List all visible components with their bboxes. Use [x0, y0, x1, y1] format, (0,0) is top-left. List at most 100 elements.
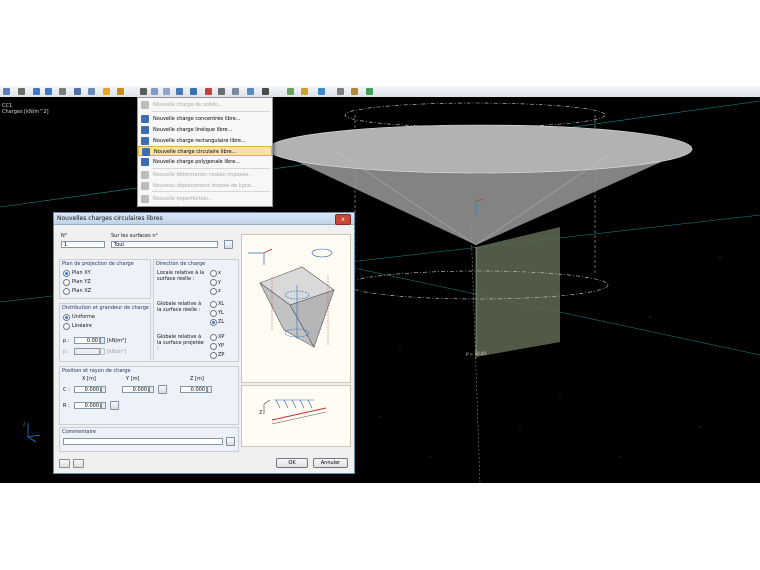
p2-spinner: [100, 348, 105, 355]
display-icon[interactable]: [218, 88, 225, 95]
filter-icon[interactable]: [232, 88, 239, 95]
solid-icon[interactable]: [163, 88, 170, 95]
menu-item-label: Nouvelle charge rectangulaire libre...: [153, 138, 246, 144]
uniform-radio[interactable]: [63, 314, 70, 321]
load-type-icon: [141, 126, 149, 134]
pencil-icon[interactable]: [351, 88, 358, 95]
undo-icon[interactable]: [33, 88, 40, 95]
menu-item[interactable]: Nouvelle charge circulaire libre...: [138, 146, 272, 156]
pick-center-button[interactable]: [158, 385, 167, 394]
line-icon[interactable]: [190, 88, 197, 95]
local-y-radio[interactable]: [210, 279, 217, 286]
cone-load-preview-icon: [248, 248, 335, 348]
plan-yz-radio[interactable]: [63, 279, 70, 286]
c-z-input[interactable]: 0.000: [180, 386, 207, 393]
comment-input[interactable]: [63, 438, 223, 445]
load-unit-label: Charges [kN/m^2]: [2, 109, 49, 115]
select-icon[interactable]: [59, 88, 66, 95]
cancel-button[interactable]: Annuler: [313, 458, 348, 468]
uniform-label: Uniforme: [72, 314, 95, 320]
p-unit: [kN/m²]: [107, 338, 127, 344]
menu-item-label: Nouvelle charge linéique libre...: [153, 127, 233, 133]
view-icon[interactable]: [74, 88, 81, 95]
projected-yp-label: YP: [218, 343, 225, 349]
direction-group: Direction de charge Locale relative à la…: [153, 259, 239, 362]
z-axis-label: Z: [23, 422, 26, 427]
save-icon[interactable]: [18, 88, 25, 95]
r-input[interactable]: 0.000: [74, 402, 101, 409]
section-icon[interactable]: [247, 88, 254, 95]
plan-xz-label: Plan XZ: [72, 288, 92, 294]
c-y-spinner[interactable]: [149, 386, 154, 393]
menu-item-label: Nouvelle charge polygonale libre...: [153, 159, 241, 165]
surfaces-input[interactable]: Tout: [111, 241, 218, 248]
member-icon[interactable]: [140, 88, 147, 95]
global-zl-label: ZL: [218, 319, 225, 325]
render-icon[interactable]: [287, 88, 294, 95]
c-x-input[interactable]: 0.000: [74, 386, 101, 393]
menu-item[interactable]: Nouvelle charge polygonale libre...: [138, 157, 272, 167]
save-settings-button[interactable]: [73, 459, 84, 468]
local-x-radio[interactable]: [210, 270, 217, 277]
axis-icon[interactable]: [318, 88, 325, 95]
c-label: C :: [63, 387, 70, 393]
color-icon[interactable]: [301, 88, 308, 95]
projected-zp-radio[interactable]: [210, 352, 217, 359]
svg-text:Z: Z: [259, 410, 263, 416]
linear-radio[interactable]: [63, 323, 70, 330]
local-x-label: x: [218, 270, 221, 276]
position-group: Position et rayon de charge X [m] Y [m] …: [59, 366, 239, 425]
load-dropdown-icon[interactable]: [117, 88, 124, 95]
p2-unit: [kN/m²]: [107, 349, 127, 355]
ok-button[interactable]: OK: [276, 458, 308, 468]
menu-item[interactable]: Nouvelle charge rectangulaire libre...: [138, 136, 272, 146]
c-x-spinner[interactable]: [101, 386, 106, 393]
projected-yp-radio[interactable]: [210, 343, 217, 350]
projected-label: Globale relative à la surface projetée :: [157, 334, 204, 352]
surface-icon[interactable]: [151, 88, 158, 95]
p-input[interactable]: 0.00: [74, 337, 100, 344]
dialog-title: Nouvelles charges circulaires libres: [57, 215, 163, 222]
global-yl-radio[interactable]: [210, 310, 217, 317]
pick-radius-button[interactable]: [110, 401, 119, 410]
surfaces-label: Sur les surfaces n°: [111, 233, 158, 239]
global-zl-radio[interactable]: [210, 319, 217, 326]
new-load-icon[interactable]: [3, 88, 10, 95]
global-yl-label: YL: [218, 310, 224, 316]
p-spinner[interactable]: [100, 337, 105, 344]
node-icon[interactable]: [176, 88, 183, 95]
global-label: Globale relative à la surface réelle :: [157, 301, 202, 313]
projected-xp-radio[interactable]: [210, 334, 217, 341]
zoom-icon[interactable]: [88, 88, 95, 95]
comment-title: Commentaire: [62, 429, 96, 435]
global-xl-radio[interactable]: [210, 301, 217, 308]
plan-xy-radio[interactable]: [63, 270, 70, 277]
dialog-titlebar[interactable]: Nouvelles charges circulaires libres x: [54, 213, 354, 225]
global-xl-label: XL: [218, 301, 225, 307]
r-spinner[interactable]: [101, 402, 106, 409]
local-z-radio[interactable]: [210, 288, 217, 295]
load-type-icon: [141, 137, 149, 145]
redo-icon[interactable]: [45, 88, 52, 95]
c-z-spinner[interactable]: [207, 386, 212, 393]
c-y-input[interactable]: 0.000: [122, 386, 149, 393]
menu-item[interactable]: Nouvelle charge linéique libre...: [138, 125, 272, 135]
check-icon[interactable]: [366, 88, 373, 95]
number-input[interactable]: 1: [61, 241, 105, 248]
close-button[interactable]: x: [335, 214, 351, 225]
comment-library-button[interactable]: [226, 437, 235, 446]
result-icon[interactable]: [205, 88, 212, 95]
menu-item[interactable]: Nouvelle charge concentrée libre...: [138, 114, 272, 124]
free-load-icon[interactable]: [103, 88, 110, 95]
plan-xz-radio[interactable]: [63, 288, 70, 295]
menu-item: Nouvelle imperfection...: [138, 194, 272, 204]
menu-item: Nouvelle déformation nodale imposée...: [138, 170, 272, 180]
select-surfaces-button[interactable]: [224, 240, 233, 249]
menu-item: Nouveau déplacement imposé de ligne...: [138, 181, 272, 191]
grid-icon[interactable]: [262, 88, 269, 95]
circular-load-dialog: Nouvelles charges circulaires libres x N…: [53, 212, 355, 474]
menu-item-label: Nouvelle charge circulaire libre...: [154, 149, 237, 155]
p2-label: p :: [63, 349, 70, 355]
help-button[interactable]: [59, 459, 70, 468]
measure-icon[interactable]: [337, 88, 344, 95]
